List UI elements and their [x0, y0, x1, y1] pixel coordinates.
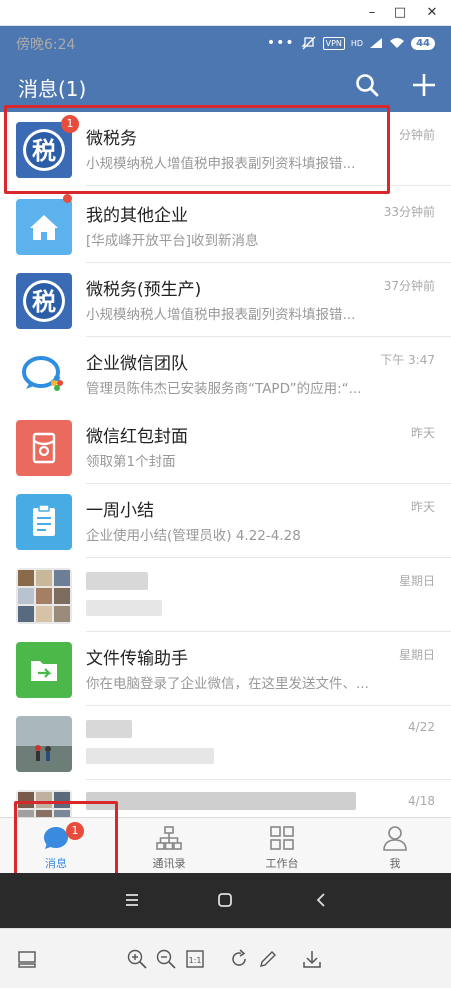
chat-time: 33分钟前 — [383, 205, 435, 219]
chat-name: 我的其他企业 — [86, 206, 188, 226]
list-item[interactable]: 4/22 — [0, 706, 451, 780]
chat-preview: 管理员陈伟杰已安装服务商“TAPD”的应用:“... — [86, 381, 362, 397]
emulator-screen: – □ ✕ 傍晚6:24 ••• VPN HD 44 消息(1) 税 1 微税务 — [0, 0, 451, 988]
maximize-button[interactable]: □ — [385, 2, 415, 24]
tab-label: 我 — [389, 857, 401, 870]
chat-time: 4/18 — [408, 794, 435, 808]
highlight-box-first-chat — [4, 105, 390, 194]
grid-icon — [270, 826, 294, 850]
message-list: 税 1 微税务 小规模纳税人增值税申报表副列资料填报错... 分钟前 我的其他企… — [0, 112, 451, 817]
pen-icon[interactable] — [257, 948, 279, 970]
hd-label: HD — [350, 38, 364, 48]
tab-label: 工作台 — [265, 857, 299, 870]
chat-preview: 领取第1个封面 — [86, 454, 176, 470]
download-icon[interactable] — [301, 948, 323, 970]
status-bar: 傍晚6:24 ••• VPN HD 44 — [0, 26, 451, 60]
emulator-toolbar: 1:1 — [0, 928, 451, 988]
chat-time: 星期日 — [398, 648, 435, 662]
chat-time: 4/22 — [408, 720, 435, 734]
mute-icon — [301, 36, 316, 50]
back-chevron-icon[interactable] — [313, 892, 329, 908]
photo-avatar-icon — [16, 716, 72, 772]
blurred-name — [86, 792, 356, 810]
chat-preview: [华成峰开放平台]收到新消息 — [86, 233, 259, 249]
blurred-name — [86, 720, 132, 738]
tax-icon: 税 — [16, 273, 72, 329]
home-icon — [16, 199, 72, 255]
chat-time: 分钟前 — [398, 128, 435, 142]
list-item[interactable]: 企业微信团队 管理员陈伟杰已安装服务商“TAPD”的应用:“... 下午 3:4… — [0, 337, 451, 411]
chat-preview: 企业使用小结(管理员收) 4.22-4.28 — [86, 528, 301, 544]
battery-icon: 44 — [411, 36, 435, 50]
rotate-icon[interactable] — [228, 948, 250, 970]
chat-time: 星期日 — [398, 574, 435, 588]
wifi-icon — [390, 38, 405, 48]
tab-me[interactable]: 我 — [339, 818, 451, 874]
svg-text:税: 税 — [32, 288, 56, 316]
zoom-in-icon[interactable] — [126, 948, 148, 970]
folder-transfer-icon — [16, 642, 72, 698]
screen-icon[interactable] — [16, 948, 38, 970]
red-packet-icon — [16, 420, 72, 476]
emulator-window-bar: – □ ✕ — [0, 0, 451, 26]
group-avatar-icon — [16, 568, 72, 624]
home-square-icon[interactable] — [217, 892, 233, 908]
chat-name: 文件传输助手 — [86, 649, 188, 669]
list-item[interactable]: 星期日 — [0, 558, 451, 632]
chat-time: 下午 3:47 — [380, 353, 435, 367]
chat-time: 37分钟前 — [383, 279, 435, 293]
tab-label: 通讯录 — [152, 857, 186, 870]
vpn-icon: VPN — [322, 36, 345, 50]
chat-time: 昨天 — [410, 426, 435, 440]
svg-text:1:1: 1:1 — [189, 956, 202, 965]
hd-signal-icon: HD — [351, 39, 363, 48]
list-item[interactable]: 微信红包封面 领取第1个封面 昨天 — [0, 410, 451, 484]
chat-name: 微信红包封面 — [86, 427, 188, 447]
actual-size-icon[interactable]: 1:1 — [184, 948, 206, 970]
signal-icon — [370, 38, 383, 48]
more-dots-icon: ••• — [266, 35, 295, 51]
clipboard-icon — [16, 494, 72, 550]
highlight-box-messages-tab — [14, 801, 118, 876]
chat-name: 企业微信团队 — [86, 354, 188, 374]
list-item[interactable]: 文件传输助手 你在电脑登录了企业微信，在这里发送文件、... 星期日 — [0, 632, 451, 706]
minimize-button[interactable]: – — [357, 2, 387, 24]
search-icon[interactable] — [354, 72, 380, 98]
android-nav-bar — [0, 873, 451, 928]
chat-time: 昨天 — [410, 500, 435, 514]
list-item[interactable]: 我的其他企业 [华成峰开放平台]收到新消息 33分钟前 — [0, 189, 451, 263]
blurred-preview — [86, 600, 162, 616]
chat-name: 微税务(预生产) — [86, 280, 202, 300]
unread-dot — [63, 194, 72, 203]
chat-preview: 你在电脑登录了企业微信，在这里发送文件、... — [86, 676, 369, 692]
chat-name: 一周小结 — [86, 501, 154, 521]
org-chart-icon — [156, 826, 182, 850]
close-button[interactable]: ✕ — [417, 2, 447, 24]
blurred-name — [86, 572, 148, 590]
chat-preview: 小规模纳税人增值税申报表副列资料填报错... — [86, 307, 356, 323]
list-item[interactable]: 一周小结 企业使用小结(管理员收) 4.22-4.28 昨天 — [0, 484, 451, 558]
plus-icon[interactable] — [410, 71, 438, 99]
zoom-out-icon[interactable] — [155, 948, 177, 970]
page-title: 消息(1) — [18, 77, 87, 101]
menu-icon[interactable] — [124, 892, 140, 908]
blurred-preview — [86, 748, 214, 764]
list-item[interactable]: 税 微税务(预生产) 小规模纳税人增值税申报表副列资料填报错... 37分钟前 — [0, 263, 451, 337]
tab-workbench[interactable]: 工作台 — [226, 818, 338, 874]
wework-logo-icon — [16, 347, 72, 403]
tab-contacts[interactable]: 通讯录 — [113, 818, 225, 874]
person-icon — [383, 826, 407, 851]
